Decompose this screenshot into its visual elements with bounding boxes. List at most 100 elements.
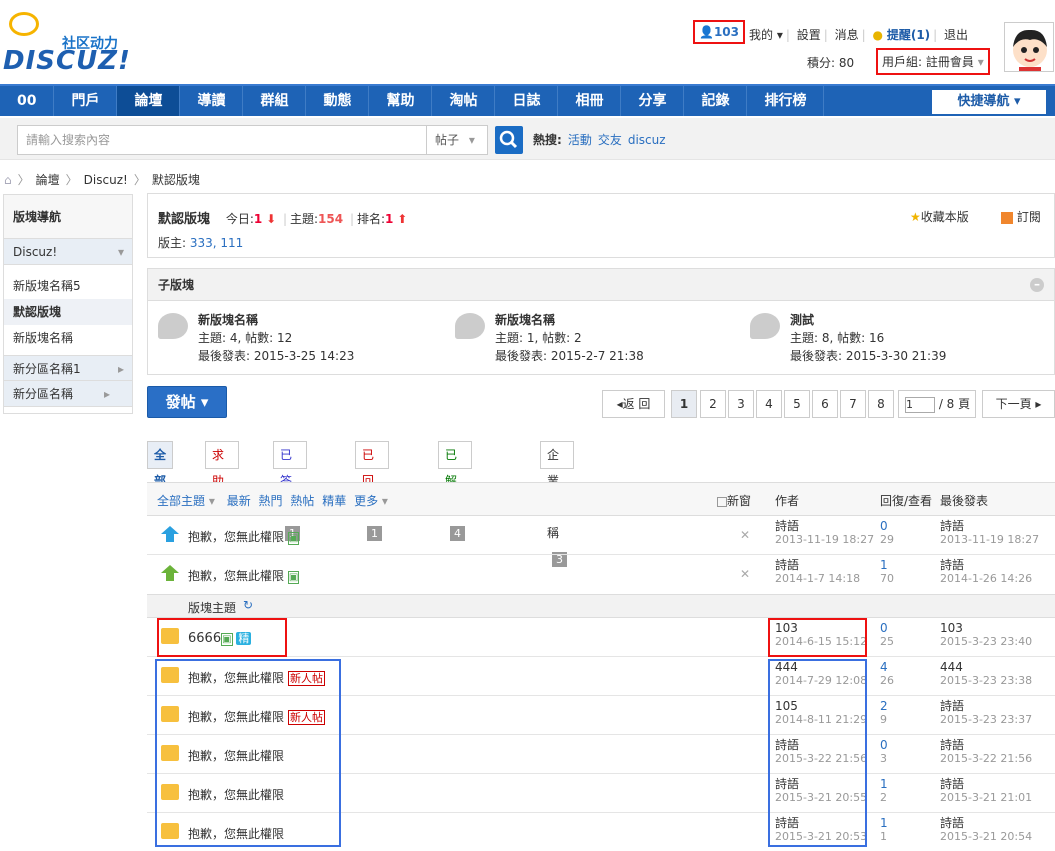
nav-item-portal[interactable]: 門戶	[54, 86, 118, 116]
page-5[interactable]: 5	[784, 390, 810, 418]
sidebar-group-discuz[interactable]: Discuz! ▾	[4, 239, 132, 265]
page-7[interactable]: 7	[840, 390, 866, 418]
crumb-discuz[interactable]: Discuz!	[84, 173, 128, 187]
forum-header: 默認版塊 今日:1 ⬇ | 主題:154 | 排名:1 ⬆ 版主: 333, 111…	[147, 193, 1055, 258]
sort-latest[interactable]: 最新	[227, 494, 251, 508]
close-icon[interactable]: ✕	[740, 528, 750, 542]
search-type-select[interactable]: 帖子 ▾	[427, 125, 488, 155]
nav-item-blog[interactable]: 日誌	[495, 86, 559, 116]
page-jump: 1 / 8 頁	[898, 390, 976, 418]
my-menu[interactable]: 我的 ▾	[749, 28, 783, 42]
subforum-title: 子版塊	[148, 269, 1054, 301]
sidebar-group-new1[interactable]: 新分區名稱1 ▸	[4, 355, 132, 381]
more-menu[interactable]: 更多 ▾	[354, 494, 388, 508]
search-button[interactable]	[495, 126, 523, 154]
home-icon[interactable]: ⌂	[4, 173, 12, 187]
bulb-icon: ●	[872, 28, 883, 42]
page-6[interactable]: 6	[812, 390, 838, 418]
breadcrumb: ⌂ 〉論壇〉 Discuz! 〉默認版塊	[4, 173, 200, 187]
page-jump-input[interactable]: 1	[905, 396, 935, 413]
filter-answered[interactable]: 已答覆1	[273, 441, 307, 541]
settings-link[interactable]: 設置	[797, 28, 821, 42]
nav-item-forum[interactable]: 論壇	[117, 86, 181, 116]
highlight-box	[155, 659, 341, 847]
crumb-current: 默認版塊	[151, 173, 200, 187]
sidebar-title: 版塊導航	[4, 195, 132, 239]
table-row[interactable]: 抱歉，您無此權限 ▣ ✕ 詩語 2013-11-19 18:27 0 29 詩語 20…	[147, 516, 1055, 555]
nav-item-collection[interactable]: 淘帖	[432, 86, 496, 116]
search-input[interactable]: 請輸入搜索內容	[17, 125, 427, 155]
subforum-item[interactable]: 新版塊名稱 主題: 4, 帖數: 12 最後發表: 2015-3-25 14:23	[158, 311, 354, 365]
filter-solved[interactable]: 已解決4	[438, 441, 472, 541]
hot-link-activity[interactable]: 活動	[568, 133, 592, 147]
messages-link[interactable]: 消息	[835, 28, 859, 42]
sort-digest[interactable]: 精華	[322, 494, 346, 508]
subforum-item[interactable]: 測試 主題: 8, 帖數: 16 最後發表: 2015-3-30 21:39	[750, 311, 946, 365]
next-page-button[interactable]: 下一頁 ▸	[982, 390, 1055, 418]
subforum-panel: 子版塊 – 新版塊名稱 主題: 4, 帖數: 12 最後發表: 2015-3-25 …	[147, 268, 1055, 375]
arrow-up-icon: ⬆	[393, 212, 408, 226]
reminder-link[interactable]: 提醒(1)	[887, 28, 930, 42]
section-separator: 版塊主題 ↻	[147, 594, 1055, 618]
filter-company[interactable]: 企業名稱3	[540, 441, 574, 567]
table-row[interactable]: 抱歉，您無此權限 ▣ ✕ 詩語 2014-1-7 14:18 1 70 詩語 2014…	[147, 555, 1055, 594]
quick-nav-button[interactable]: 快捷導航 ▾	[932, 90, 1046, 114]
page-8[interactable]: 8	[868, 390, 894, 418]
collapse-icon[interactable]: –	[1030, 278, 1044, 292]
sort-hot[interactable]: 熱門	[259, 494, 283, 508]
col-replies: 回復/查看	[880, 494, 933, 508]
subscribe-link[interactable]: 訂閱	[1017, 210, 1041, 224]
forum-title: 默認版塊	[158, 212, 211, 227]
nav-item-share[interactable]: 分享	[621, 86, 685, 116]
subforum-item[interactable]: 新版塊名稱 主題: 1, 帖數: 2 最後發表: 2015-2-7 21:38	[455, 311, 644, 365]
page-3[interactable]: 3	[728, 390, 754, 418]
sidebar-item-forum[interactable]: 新版塊名稱	[4, 325, 132, 351]
user-icon: 👤	[699, 25, 714, 39]
username-link[interactable]: 👤103	[692, 20, 746, 44]
logo-bubble-icon	[9, 12, 39, 36]
sidebar-item-forum5[interactable]: 新版塊名稱5	[4, 273, 132, 299]
new-post-button[interactable]: 發帖 ▾	[147, 386, 227, 418]
nav-item-00[interactable]: 00	[0, 86, 55, 116]
close-icon[interactable]: ✕	[740, 567, 750, 581]
nav-item-ranklist[interactable]: 排行榜	[747, 86, 825, 116]
forum-bubble-icon	[455, 313, 485, 339]
page-1[interactable]: 1	[671, 390, 697, 418]
nav-item-group[interactable]: 群組	[243, 86, 307, 116]
sidebar-item-default[interactable]: 默認版塊	[4, 299, 132, 325]
sort-hotpost[interactable]: 熱帖	[290, 494, 314, 508]
nav-item-help[interactable]: 幫助	[369, 86, 433, 116]
usergroup-menu[interactable]: 用戶組: 註冊會員 ▾	[876, 48, 990, 75]
nav-item-guide[interactable]: 導讀	[180, 86, 244, 116]
page-2[interactable]: 2	[700, 390, 726, 418]
forum-sidebar: 版塊導航 Discuz! ▾ 新版塊名稱5 默認版塊 新版塊名稱 新分區名稱1 ▸ …	[3, 194, 133, 414]
favorite-forum-link[interactable]: 收藏本版	[921, 210, 969, 224]
sidebar-group-new[interactable]: 新分區名稱 ▸	[4, 381, 132, 407]
hot-link-dating[interactable]: 交友	[598, 133, 622, 147]
sticky-icon	[161, 565, 179, 581]
refresh-icon[interactable]: ↻	[243, 598, 253, 612]
filter-replied[interactable]: 已回覆1	[355, 441, 389, 541]
filter-all[interactable]: 全部	[147, 441, 174, 488]
star-icon: ★	[910, 210, 921, 224]
nav-item-album[interactable]: 相冊	[558, 86, 622, 116]
new-window-checkbox[interactable]: 新窗	[717, 492, 751, 509]
page-4[interactable]: 4	[756, 390, 782, 418]
image-attachment-icon: ▣	[287, 571, 300, 584]
nav-item-feed[interactable]: 動態	[306, 86, 370, 116]
all-topics-menu[interactable]: 全部主題 ▾	[157, 494, 215, 508]
back-button[interactable]: ◂返 回	[602, 390, 665, 418]
search-bar: 請輸入搜索內容 帖子 ▾ 熱搜: 活動 交友 discuz	[0, 118, 1055, 160]
filter-help[interactable]: 求助5	[205, 441, 239, 515]
search-icon	[499, 130, 518, 149]
points-text: 積分: 80	[807, 56, 855, 70]
logo[interactable]: DISCUZ!	[3, 46, 131, 76]
nav-item-doing[interactable]: 記錄	[684, 86, 748, 116]
crumb-forum[interactable]: 論壇	[36, 173, 60, 187]
avatar[interactable]	[1004, 22, 1054, 72]
thread-table-header: 全部主題 ▾ 最新 熱門 熱帖 精華 更多 ▾ 新窗 作者 回復/查看 最後發表	[147, 482, 1055, 516]
logout-link[interactable]: 退出	[944, 28, 968, 42]
moderators-link[interactable]: 333, 111	[190, 236, 243, 250]
col-author: 作者	[775, 494, 800, 508]
hot-link-discuz[interactable]: discuz	[628, 133, 666, 147]
